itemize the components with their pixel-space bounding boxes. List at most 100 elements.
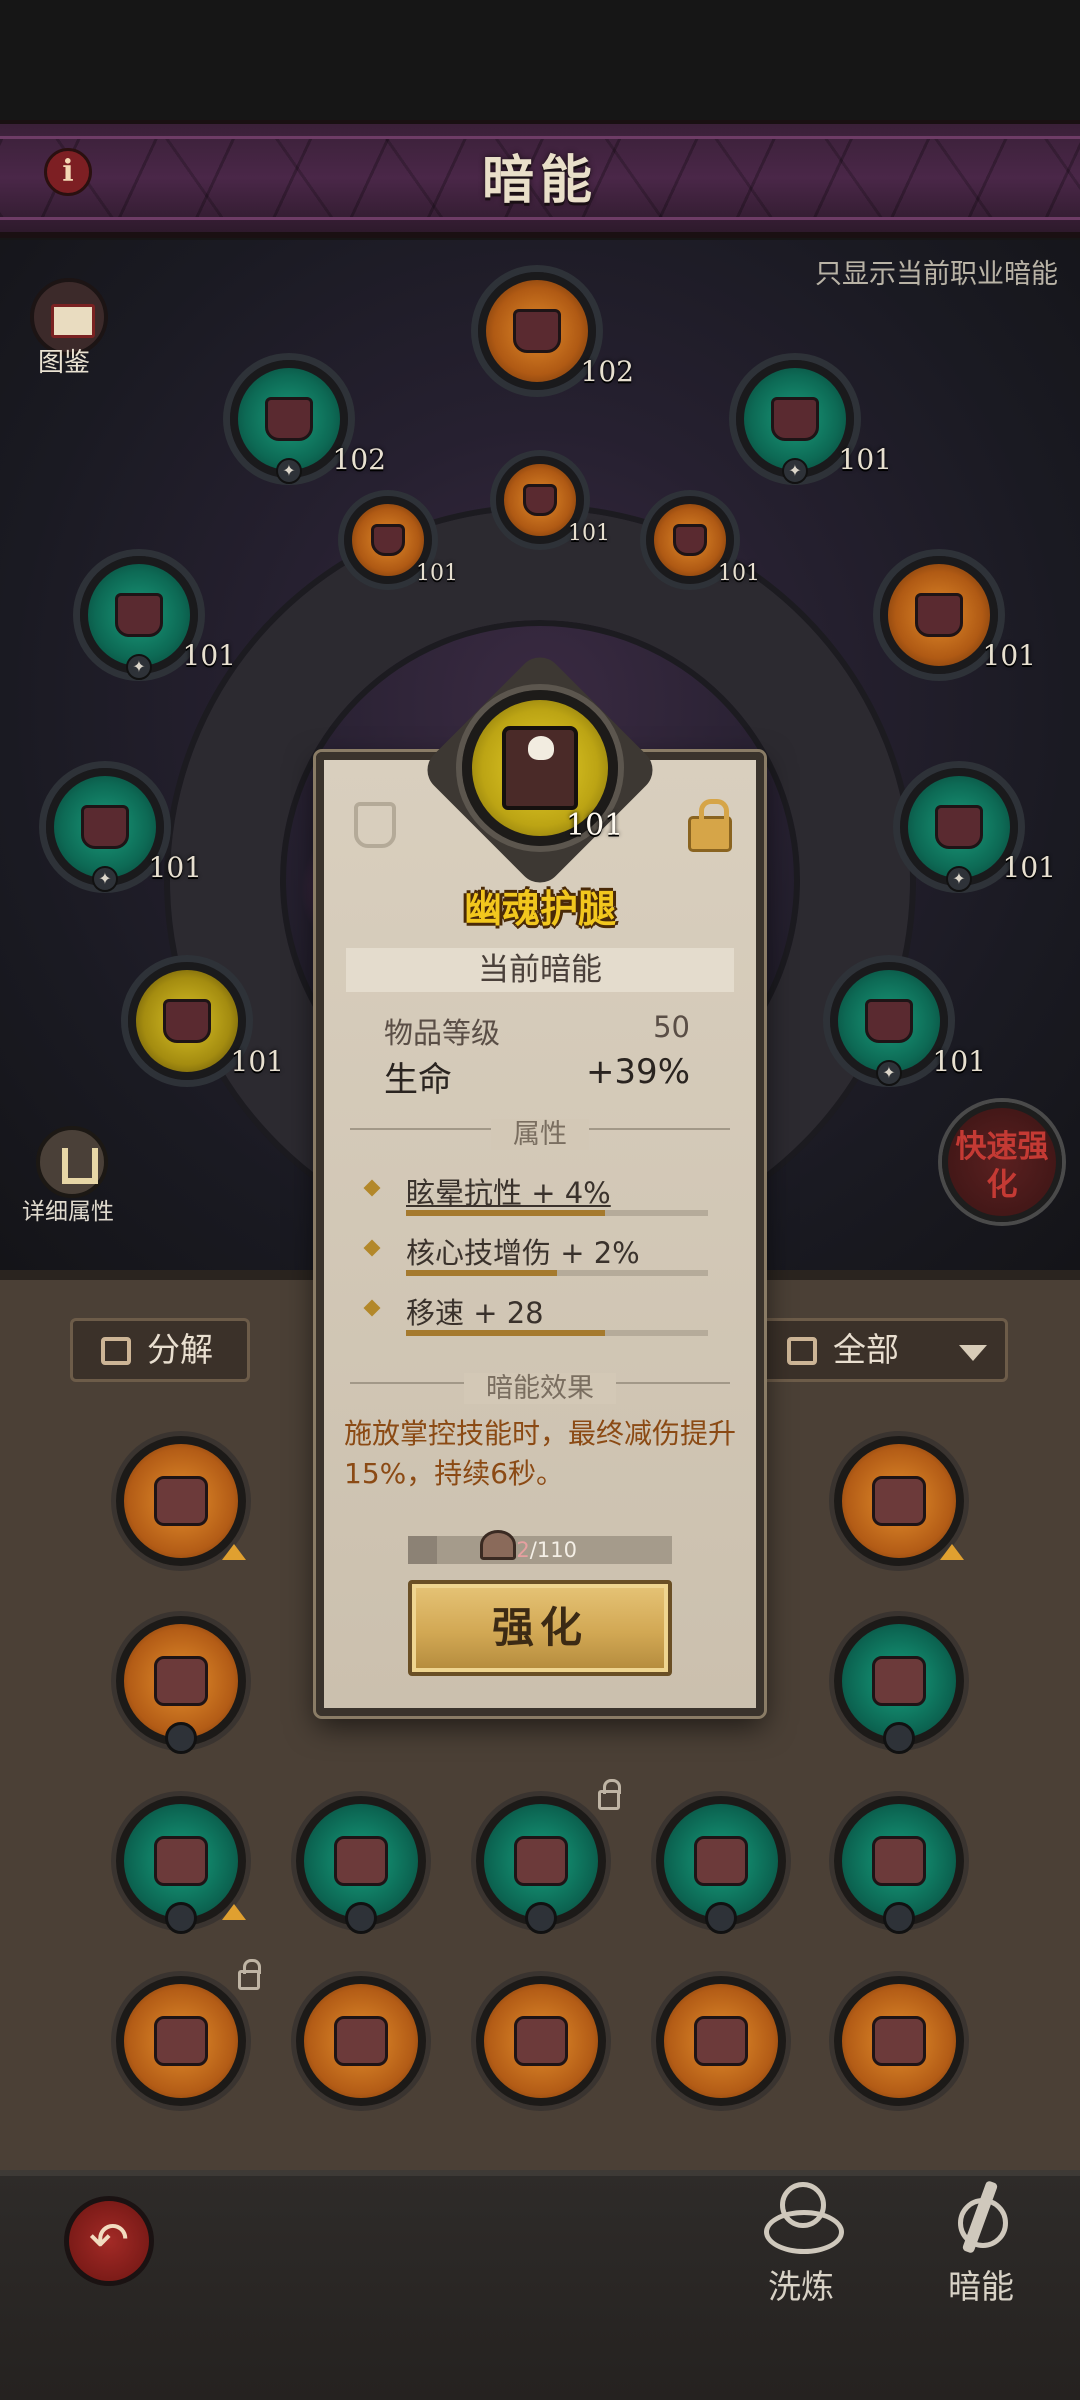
dark-energy-icon: [944, 2180, 1018, 2254]
slot-level: 101: [718, 561, 760, 586]
class-badge-icon: [165, 1722, 197, 1754]
equipment-icon: [864, 998, 914, 1044]
equip-slot[interactable]: 102 ✦: [230, 360, 386, 484]
equip-slot[interactable]: 101: [880, 556, 1036, 674]
equipment-icon: [153, 1475, 209, 1527]
slot-level: 101: [416, 561, 458, 586]
equipment-icon: [871, 1475, 927, 1527]
attribute-bar-fill: [406, 1210, 606, 1216]
upgrade-button[interactable]: 强化: [408, 1580, 672, 1676]
equipment-icon: [914, 592, 964, 638]
equipment-icon: [80, 804, 130, 850]
attribute-bar: [406, 1330, 708, 1336]
item-level-value: 50: [653, 1010, 690, 1044]
inventory-item[interactable]: [116, 1976, 246, 2106]
lock-icon: [598, 1779, 621, 1810]
main-stat-label: 生命: [384, 1060, 452, 1100]
inventory-item[interactable]: [296, 1796, 426, 1934]
inventory-item[interactable]: [476, 1976, 606, 2106]
item-level-badge: 101: [566, 808, 624, 843]
attribute-text: 眩晕抗性 + 4%: [406, 1176, 611, 1210]
upgrade-arrow-icon: [222, 1904, 246, 1920]
equipment-icon: [672, 524, 708, 556]
equipment-icon: [871, 1655, 927, 1707]
equip-slot[interactable]: 101 ✦: [736, 360, 892, 484]
reforge-icon: [764, 2180, 844, 2254]
equipment-icon: [770, 396, 820, 442]
equip-slot[interactable]: 101: [646, 496, 760, 586]
slot-level: 101: [982, 639, 1036, 672]
equipment-icon: [693, 2015, 749, 2067]
back-arrow-icon[interactable]: ↶: [64, 2196, 154, 2286]
nav-reforge-label: 洗炼: [768, 2267, 834, 2306]
nav-reforge[interactable]: 洗炼: [736, 2180, 866, 2308]
unlock-icon[interactable]: [688, 799, 732, 852]
class-badge-icon: ✦: [946, 866, 972, 892]
item-name: 幽魂护腿: [463, 887, 616, 931]
dark-ore-icon: [480, 1530, 516, 1560]
inventory-item[interactable]: [476, 1796, 606, 1934]
item-level-label: 物品等级: [384, 1016, 501, 1050]
equipment-icon: [162, 998, 212, 1044]
upgrade-arrow-icon: [222, 1544, 246, 1560]
inventory-item[interactable]: [296, 1976, 426, 2106]
class-badge-icon: [705, 1902, 737, 1934]
inventory-item[interactable]: [116, 1616, 246, 1754]
filter-dropdown[interactable]: 全部: [756, 1318, 1008, 1382]
slot-level: 101: [1002, 851, 1056, 884]
leg-slot-icon: [354, 802, 396, 848]
detail-attributes-icon[interactable]: [36, 1126, 108, 1198]
class-filter-toggle[interactable]: 只显示当前职业暗能: [815, 252, 1058, 291]
equip-slot[interactable]: 101: [496, 456, 610, 546]
inventory-item[interactable]: [834, 1976, 964, 2106]
attribute-bar: [406, 1270, 708, 1276]
attribute-text: 移速 + 28: [406, 1296, 544, 1330]
class-badge-icon: ✦: [782, 458, 808, 484]
equip-slot[interactable]: 101 ✦: [900, 768, 1056, 892]
decompose-label: 分解: [147, 1330, 213, 1369]
attributes-title: 属性: [316, 1112, 764, 1151]
filter-value: 全部: [833, 1330, 899, 1369]
lock-icon: [238, 1959, 261, 1990]
equipment-icon: [513, 2015, 569, 2067]
equipment-icon: [370, 524, 406, 556]
slot-level: 102: [332, 443, 386, 476]
equipment-icon: [522, 484, 558, 516]
quick-upgrade-button[interactable]: 快速强化: [942, 1102, 1062, 1222]
equipment-icon: [264, 396, 314, 442]
material-progress: 12/110: [408, 1536, 672, 1564]
effect-description: 施放掌控技能时，最终减伤提升15%，持续6秒。: [344, 1417, 737, 1490]
equipment-icon: [693, 1835, 749, 1887]
equipment-icon: [333, 1835, 389, 1887]
inventory-item[interactable]: [834, 1796, 964, 1934]
class-badge-icon: [883, 1722, 915, 1754]
class-badge-icon: [525, 1902, 557, 1934]
main-stat-value: +39%: [585, 1052, 690, 1092]
inventory-item[interactable]: [656, 1796, 786, 1934]
equipment-icon: [512, 308, 562, 354]
slot-level: 102: [580, 355, 634, 388]
equipment-icon: [153, 2015, 209, 2067]
equip-slot[interactable]: 101 ✦: [830, 962, 986, 1086]
nav-dark-energy[interactable]: 暗能: [916, 2180, 1046, 2308]
material-count: 12/110: [408, 1536, 672, 1564]
equip-slot[interactable]: 101 ✦: [80, 556, 236, 680]
class-badge-icon: ✦: [876, 1060, 902, 1086]
chevron-down-icon: [959, 1345, 987, 1361]
slot-level: 101: [568, 521, 610, 546]
class-badge-icon: ✦: [276, 458, 302, 484]
equip-slot[interactable]: 101: [344, 496, 458, 586]
decompose-button[interactable]: 分解: [70, 1318, 250, 1382]
attribute-bar: [406, 1210, 708, 1216]
inventory-item[interactable]: [834, 1616, 964, 1754]
class-badge-icon: ✦: [92, 866, 118, 892]
equip-slot[interactable]: 102: [478, 272, 634, 390]
equip-slot[interactable]: 101 ✦: [46, 768, 202, 892]
equipment-icon: [333, 2015, 389, 2067]
inventory-item[interactable]: [656, 1976, 786, 2106]
class-badge-icon: [883, 1902, 915, 1934]
slot-level: 101: [148, 851, 202, 884]
attribute-bar-fill: [406, 1270, 557, 1276]
current-section-title: 当前暗能: [346, 948, 734, 992]
equip-slot-selected[interactable]: 101: [128, 962, 284, 1080]
